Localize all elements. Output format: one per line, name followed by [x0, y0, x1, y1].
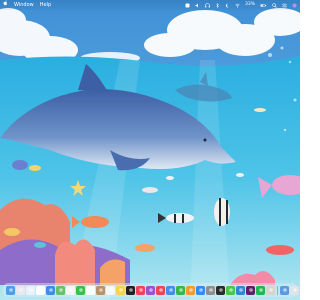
contacts-icon[interactable]: [96, 285, 105, 295]
keynote-glyph: [168, 288, 173, 292]
photos-icon[interactable]: [66, 285, 75, 295]
news-glyph: [158, 288, 163, 292]
messages-icon[interactable]: [226, 285, 235, 295]
focus-icon[interactable]: [225, 3, 230, 8]
launchpad-glyph: [18, 288, 23, 292]
messages-glyph: [228, 288, 233, 292]
terminal-icon[interactable]: [216, 285, 225, 295]
menu-bar: Window Help 33%: [0, 0, 300, 10]
chrome-glyph: [38, 288, 43, 292]
trash-icon[interactable]: [290, 285, 299, 295]
system-settings-glyph: [208, 288, 213, 292]
facetime-glyph: [78, 288, 83, 292]
facetime-icon[interactable]: [76, 285, 85, 295]
wifi-icon[interactable]: [235, 3, 240, 8]
tv-icon[interactable]: [126, 285, 135, 295]
calendar-icon[interactable]: [86, 285, 95, 295]
safari-glyph: [28, 288, 33, 292]
notes-icon[interactable]: [116, 285, 125, 295]
finder-glyph: [8, 288, 13, 292]
app-store-icon[interactable]: [196, 285, 205, 295]
music-glyph: [138, 288, 143, 292]
maps-glyph: [58, 288, 63, 292]
menu-help[interactable]: Help: [40, 0, 51, 10]
reminders-glyph: [108, 288, 113, 292]
keynote-icon[interactable]: [166, 285, 175, 295]
chrome-icon[interactable]: [36, 285, 45, 295]
desktop[interactable]: Window Help 33%: [0, 0, 300, 300]
dock: [3, 283, 299, 297]
terminal-glyph: [218, 288, 223, 292]
volume-icon[interactable]: [195, 3, 200, 8]
tv-glyph: [128, 288, 133, 292]
mail-glyph: [48, 288, 53, 292]
bluetooth-icon[interactable]: [215, 2, 220, 8]
music-icon[interactable]: [136, 285, 145, 295]
app-menu-icon[interactable]: [185, 3, 190, 8]
reminders-icon[interactable]: [106, 285, 115, 295]
slack-glyph: [248, 288, 253, 292]
pages-glyph: [188, 288, 193, 292]
podcasts-glyph: [148, 288, 153, 292]
launchpad-icon[interactable]: [16, 285, 25, 295]
headphones-icon[interactable]: [205, 2, 210, 8]
system-settings-icon[interactable]: [206, 285, 215, 295]
numbers-glyph: [178, 288, 183, 292]
podcasts-icon[interactable]: [146, 285, 155, 295]
finder-icon[interactable]: [6, 285, 15, 295]
preview-icon[interactable]: [266, 285, 275, 295]
slack-icon[interactable]: [246, 285, 255, 295]
battery-percent[interactable]: 33%: [245, 0, 255, 10]
numbers-icon[interactable]: [176, 285, 185, 295]
pages-icon[interactable]: [186, 285, 195, 295]
dock-separator: [277, 285, 278, 295]
spotify-icon[interactable]: [256, 285, 265, 295]
spotify-glyph: [258, 288, 263, 292]
notes-glyph: [118, 288, 123, 292]
downloads-stack-glyph: [282, 288, 287, 292]
battery-icon[interactable]: [260, 3, 267, 8]
preview-glyph: [268, 288, 273, 292]
calendar-glyph: [88, 288, 93, 292]
maps-icon[interactable]: [56, 285, 65, 295]
app-store-glyph: [198, 288, 203, 292]
search-icon[interactable]: [272, 2, 277, 8]
underwater-dolphin-wallpaper: [0, 0, 300, 300]
apple-icon[interactable]: [3, 0, 8, 10]
status-area: 33%: [185, 0, 297, 10]
contacts-glyph: [98, 288, 103, 292]
control-center-icon[interactable]: [282, 3, 287, 8]
vscode-icon[interactable]: [236, 285, 245, 295]
news-icon[interactable]: [156, 285, 165, 295]
trash-glyph: [292, 288, 297, 292]
menu-window[interactable]: Window: [14, 0, 34, 10]
downloads-stack-icon[interactable]: [280, 285, 289, 295]
vscode-glyph: [238, 288, 243, 292]
safari-icon[interactable]: [26, 285, 35, 295]
mail-icon[interactable]: [46, 285, 55, 295]
photos-glyph: [68, 288, 73, 292]
siri-icon[interactable]: [292, 3, 297, 8]
